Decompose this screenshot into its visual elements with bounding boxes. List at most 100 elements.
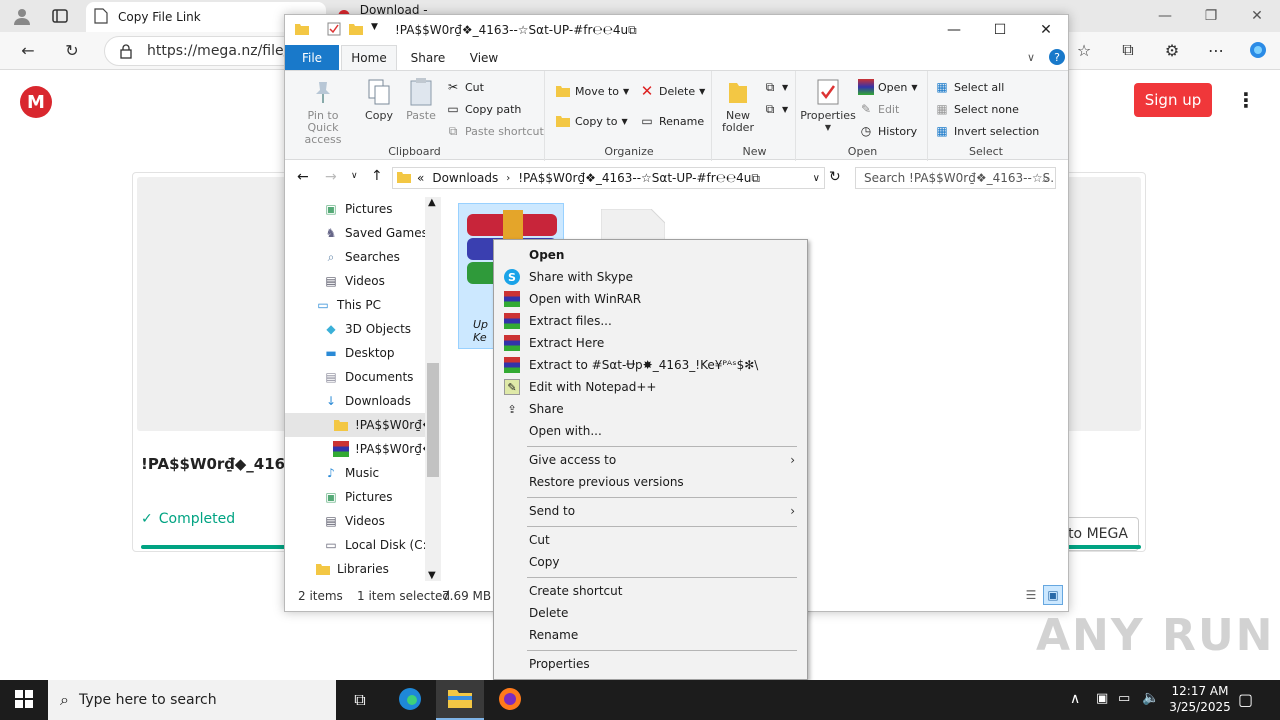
breadcrumb-downloads[interactable]: Downloads	[432, 171, 498, 185]
edit-button[interactable]: ✎ Edit	[858, 99, 899, 119]
menu-item-extract-here[interactable]: Extract Here	[496, 332, 805, 354]
nav-item-current-folder[interactable]: !PA$$W0r₫❖_4	[285, 413, 425, 437]
search-input[interactable]: Search !PA$$W0r₫❖_4163--☆S... ⌕	[855, 167, 1056, 189]
nav-item[interactable]: ▭ This PC	[285, 293, 425, 317]
profile-icon[interactable]	[10, 4, 34, 28]
select-none-button[interactable]: ▦ Select none	[934, 99, 1019, 119]
menu-item-restore-versions[interactable]: Restore previous versions	[496, 471, 805, 493]
address-bar[interactable]: « Downloads › !PA$$W0r₫❖_4163--☆Sαt-UP-#…	[392, 167, 825, 189]
easy-access-button[interactable]: ⧉ ▼	[762, 99, 788, 119]
signup-button[interactable]: Sign up	[1134, 83, 1212, 117]
navigation-scrollbar[interactable]: ▲ ▼	[425, 197, 441, 581]
collections-icon[interactable]: ⧉	[1116, 38, 1140, 62]
help-icon[interactable]: ?	[1049, 49, 1065, 65]
taskbar-file-explorer[interactable]	[436, 680, 484, 720]
rename-button[interactable]: ▭ Rename	[639, 111, 704, 131]
refresh-icon[interactable]: ↻	[829, 169, 841, 185]
tab-share[interactable]: Share	[405, 45, 451, 70]
menu-item-open-with[interactable]: Open with...	[496, 420, 805, 442]
browser-close-button[interactable]: ✕	[1234, 0, 1280, 32]
recent-locations-icon[interactable]: ∨	[351, 171, 358, 181]
close-button[interactable]: ✕	[1023, 15, 1069, 45]
network-icon[interactable]: ▭	[1118, 691, 1130, 706]
scroll-down-icon[interactable]: ▼	[428, 570, 436, 581]
start-button[interactable]	[0, 680, 48, 720]
delete-button[interactable]: ✕ Delete ▼	[639, 81, 706, 101]
taskbar-search-input[interactable]: ⌕ Type here to search	[48, 680, 336, 720]
menu-item-copy[interactable]: Copy	[496, 551, 805, 573]
menu-item-share-skype[interactable]: S Share with Skype	[496, 266, 805, 288]
nav-item[interactable]: ▭ Local Disk (C:)	[285, 533, 425, 557]
task-view-button[interactable]: ⧉	[336, 680, 384, 720]
address-dropdown-icon[interactable]: ∨	[813, 173, 820, 184]
mega-logo[interactable]: M	[20, 86, 52, 118]
menu-icon[interactable]: ⋮	[1236, 88, 1256, 112]
menu-item-extract-files[interactable]: Extract files...	[496, 310, 805, 332]
nav-item[interactable]: ▤ Videos	[285, 509, 425, 533]
extensions-icon[interactable]: ⚙	[1160, 38, 1184, 62]
nav-item[interactable]: ◆ 3D Objects	[285, 317, 425, 341]
copy-to-button[interactable]: Copy to ▼	[555, 111, 628, 131]
maximize-button[interactable]: ☐	[977, 15, 1023, 45]
menu-item-share[interactable]: ⇪ Share	[496, 398, 805, 420]
breadcrumb-current[interactable]: !PA$$W0r₫❖_4163--☆Sαt-UP-#fr℮℮4u⧉	[518, 171, 760, 186]
scroll-up-icon[interactable]: ▲	[428, 197, 436, 208]
menu-item-cut[interactable]: Cut	[496, 529, 805, 551]
large-icons-view-icon[interactable]: ▣	[1043, 585, 1063, 605]
nav-item[interactable]: ♞ Saved Games	[285, 221, 425, 245]
taskbar-firefox[interactable]	[486, 680, 534, 720]
volume-icon[interactable]: 🔈	[1142, 690, 1159, 706]
nav-item[interactable]: !PA$$W0r₫❖_4	[285, 437, 425, 461]
back-icon[interactable]: ←	[16, 38, 40, 62]
new-folder-button[interactable]: New folder	[718, 77, 758, 134]
menu-item-edit-notepadpp[interactable]: ✎ Edit with Notepad++	[496, 376, 805, 398]
up-icon[interactable]: ↑	[371, 168, 383, 184]
nav-item[interactable]: ♪ Music	[285, 461, 425, 485]
back-icon[interactable]: ←	[297, 169, 309, 185]
expand-ribbon-icon[interactable]: ∨	[1027, 51, 1035, 64]
forward-icon[interactable]: →	[325, 169, 337, 185]
tray-chevron-icon[interactable]: ∧	[1070, 691, 1080, 707]
paste-button[interactable]: Paste	[403, 77, 439, 122]
nav-item[interactable]: ⌕ Searches	[285, 245, 425, 269]
open-button[interactable]: Open ▼	[858, 77, 918, 97]
menu-item-delete[interactable]: Delete	[496, 602, 805, 624]
copy-path-button[interactable]: ▭ Copy path	[445, 99, 521, 119]
browser-restore-button[interactable]: ❐	[1188, 0, 1234, 32]
meet-now-icon[interactable]: ▣	[1096, 691, 1108, 706]
more-icon[interactable]: ⋯	[1204, 38, 1228, 62]
minimize-button[interactable]: —	[931, 15, 977, 45]
menu-item-rename[interactable]: Rename	[496, 624, 805, 646]
new-item-button[interactable]: ⧉ ▼	[762, 77, 788, 97]
new-folder-quick-icon[interactable]	[349, 23, 363, 38]
copilot-icon[interactable]	[1246, 38, 1270, 62]
menu-item-properties[interactable]: Properties	[496, 653, 805, 675]
tab-file[interactable]: File	[285, 45, 339, 70]
nav-item[interactable]: ▬ Desktop	[285, 341, 425, 365]
scrollbar-thumb[interactable]	[427, 363, 439, 477]
select-all-button[interactable]: ▦ Select all	[934, 77, 1004, 97]
clock[interactable]: 12:17 AM 3/25/2025	[1160, 683, 1240, 715]
refresh-icon[interactable]: ↻	[60, 38, 84, 62]
nav-item[interactable]: ↓ Downloads	[285, 389, 425, 413]
tab-actions-icon[interactable]	[48, 4, 72, 28]
menu-item-create-shortcut[interactable]: Create shortcut	[496, 580, 805, 602]
quick-access-dropdown-icon[interactable]: ▼	[371, 22, 378, 32]
url-input[interactable]: https://mega.nz/file/Cl	[104, 36, 304, 66]
nav-item[interactable]: ▤ Videos	[285, 269, 425, 293]
browser-minimize-button[interactable]: —	[1142, 0, 1188, 32]
menu-item-send-to[interactable]: Send to ›	[496, 500, 805, 522]
notifications-icon[interactable]: ▢	[1238, 690, 1253, 709]
nav-item[interactable]: ▤ Documents	[285, 365, 425, 389]
taskbar-edge[interactable]	[386, 680, 434, 720]
cut-button[interactable]: ✂ Cut	[445, 77, 484, 97]
nav-item[interactable]: ▣ Pictures	[285, 197, 425, 221]
details-view-icon[interactable]: ☰	[1021, 585, 1041, 605]
tab-home[interactable]: Home	[341, 45, 397, 70]
paste-shortcut-button[interactable]: ⧉ Paste shortcut	[445, 121, 544, 141]
tab-view[interactable]: View	[461, 45, 507, 70]
nav-item[interactable]: Libraries	[285, 557, 425, 581]
pin-quick-access-button[interactable]: Pin to Quick access	[291, 77, 355, 146]
menu-item-extract-to[interactable]: Extract to #Sαt-Ʉp✸_4163_!Ke¥ᴾᴬˢ$✻\	[496, 354, 805, 376]
favorite-icon[interactable]: ☆	[1072, 38, 1096, 62]
